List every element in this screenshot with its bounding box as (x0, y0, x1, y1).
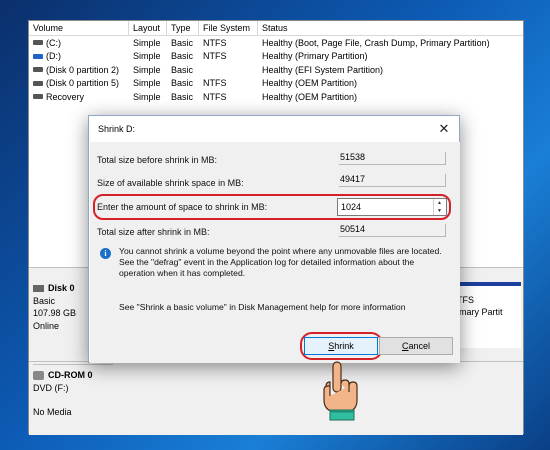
volume-fs: NTFS (203, 78, 227, 89)
info-text: You cannot shrink a volume beyond the po… (119, 246, 442, 279)
volume-layout: Simple (133, 51, 161, 62)
volume-row[interactable]: (C:) Simple Basic NTFS Healthy (Boot, Pa… (29, 36, 523, 50)
cancel-button[interactable]: Cancel (379, 337, 453, 355)
volume-status: Healthy (Boot, Page File, Crash Dump, Pr… (262, 37, 490, 48)
column-header-volume[interactable]: Volume (29, 21, 129, 35)
close-icon[interactable]: ✕ (437, 121, 451, 137)
volume-name: (D:) (46, 51, 61, 62)
dialog-title: Shrink D: (98, 124, 136, 134)
drive-icon (33, 80, 43, 86)
help-text: See "Shrink a basic volume" in Disk Mana… (119, 302, 406, 312)
volume-type: Basic (171, 51, 194, 62)
column-header-status[interactable]: Status (258, 21, 523, 35)
volume-row[interactable]: (Disk 0 partition 5) Simple Basic NTFS H… (29, 77, 523, 91)
partition-fs: TFS (457, 295, 474, 305)
cdrom-media: No Media (33, 407, 72, 417)
partition-block[interactable]: TFS imary Partit (453, 282, 521, 348)
partition-status: imary Partit (457, 307, 503, 317)
disk-icon (33, 284, 44, 292)
volume-status: Healthy (EFI System Partition) (262, 64, 384, 75)
total-after-label: Total size after shrink in MB: (97, 227, 210, 237)
volume-status: Healthy (OEM Partition) (262, 78, 358, 89)
column-header-type[interactable]: Type (167, 21, 199, 35)
available-label: Size of available shrink space in MB: (97, 178, 244, 188)
spin-down-icon[interactable]: ▼ (434, 207, 445, 215)
shrink-button-label: Shrink (328, 341, 354, 351)
volume-row[interactable]: (Disk 0 partition 2) Simple Basic Health… (29, 63, 523, 77)
drive-icon (33, 40, 43, 46)
volume-layout: Simple (133, 64, 161, 75)
hand-pointer-icon (323, 361, 358, 421)
info-icon: i (100, 248, 111, 259)
shrink-button[interactable]: Shrink (304, 337, 378, 355)
cdrom-icon (33, 370, 44, 380)
volume-name: Recovery (46, 91, 85, 102)
disk0-name: Disk 0 (48, 283, 75, 293)
column-header-layout[interactable]: Layout (129, 21, 167, 35)
total-before-label: Total size before shrink in MB: (97, 155, 218, 165)
volume-type: Basic (171, 64, 194, 75)
spin-buttons[interactable]: ▲ ▼ (433, 199, 445, 215)
cdrom-name: CD-ROM 0 (48, 370, 93, 380)
shrink-dialog: Shrink D: ✕ Total size before shrink in … (88, 115, 460, 363)
volume-fs: NTFS (203, 91, 227, 102)
volume-status: Healthy (OEM Partition) (262, 91, 358, 102)
cdrom-label[interactable]: CD-ROM 0 DVD (F:) No Media (33, 364, 113, 434)
volume-layout: Simple (133, 91, 161, 102)
drive-icon (33, 53, 43, 59)
column-header-file-system[interactable]: File System (199, 21, 258, 35)
dialog-body: Total size before shrink in MB: 51538 Si… (90, 142, 460, 363)
enter-amount-label: Enter the amount of space to shrink in M… (97, 202, 268, 212)
volume-name: (Disk 0 partition 5) (46, 78, 120, 89)
volume-list-header: Volume Layout Type File System Status (29, 21, 523, 36)
volume-layout: Simple (133, 37, 161, 48)
total-before-value: 51538 (339, 152, 446, 165)
volume-row[interactable]: (D:) Simple Basic NTFS Healthy (Primary … (29, 50, 523, 64)
volume-type: Basic (171, 37, 194, 48)
volume-name: (C:) (46, 37, 61, 48)
volume-type: Basic (171, 78, 194, 89)
volume-type: Basic (171, 91, 194, 102)
volume-fs: NTFS (203, 37, 227, 48)
drive-icon (33, 67, 43, 73)
cdrom-drive: DVD (F:) (33, 382, 69, 393)
spin-up-icon[interactable]: ▲ (434, 199, 445, 207)
shrink-amount-stepper[interactable]: ▲ ▼ (337, 198, 447, 216)
volume-status: Healthy (Primary Partition) (262, 51, 368, 62)
drive-icon (33, 94, 43, 100)
volume-fs: NTFS (203, 51, 227, 62)
volume-name: (Disk 0 partition 2) (46, 64, 120, 75)
shrink-amount-input[interactable] (338, 200, 433, 214)
cancel-button-label: Cancel (401, 341, 430, 351)
available-value: 49417 (339, 174, 446, 187)
total-after-value: 50514 (339, 224, 446, 237)
volume-row[interactable]: Recovery Simple Basic NTFS Healthy (OEM … (29, 90, 523, 104)
volume-layout: Simple (133, 78, 161, 89)
dialog-title-bar[interactable]: Shrink D: ✕ (89, 116, 459, 142)
